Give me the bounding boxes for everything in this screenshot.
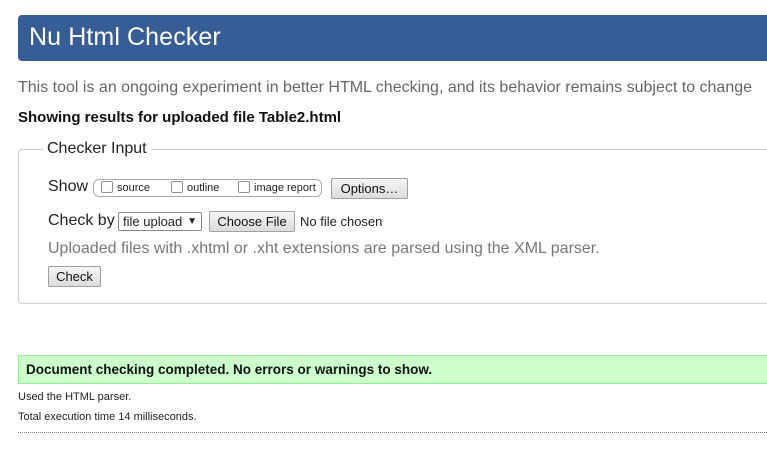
footer-divider	[18, 432, 767, 433]
check-by-label: Check by	[48, 212, 115, 229]
choose-file-button[interactable]: Choose File	[209, 211, 295, 232]
execution-time: Total execution time 14 milliseconds.	[18, 411, 197, 423]
options-button[interactable]: Options…	[331, 178, 408, 199]
image-report-checkbox[interactable]	[238, 181, 250, 193]
check-by-selected-value: file upload	[123, 214, 183, 229]
app-title: Nu Html Checker	[29, 23, 221, 51]
no-file-chosen-text: No file chosen	[300, 214, 383, 229]
checker-input-fieldset: Checker Input Show source outline image …	[18, 140, 767, 304]
checker-input-legend: Checker Input	[43, 140, 151, 158]
results-heading: Showing results for uploaded file Table2…	[18, 109, 342, 126]
show-label: Show	[48, 178, 89, 195]
success-message: Document checking completed. No errors o…	[26, 362, 433, 377]
image-report-checkbox-label[interactable]: image report	[254, 182, 316, 194]
outline-checkbox-label[interactable]: outline	[187, 182, 219, 194]
check-by-select[interactable]: file upload ▼	[118, 212, 202, 231]
app-header: Nu Html Checker	[18, 15, 767, 61]
source-checkbox[interactable]	[101, 181, 113, 193]
outline-checkbox[interactable]	[171, 181, 183, 193]
success-banner: Document checking completed. No errors o…	[18, 355, 767, 384]
xml-parser-hint: Uploaded files with .xhtml or .xht exten…	[48, 240, 600, 257]
tagline: This tool is an ongoing experiment in be…	[18, 79, 753, 96]
parser-info: Used the HTML parser.	[18, 391, 132, 403]
check-button[interactable]: Check	[48, 266, 101, 287]
source-checkbox-label[interactable]: source	[117, 182, 150, 194]
dropdown-arrow-icon: ▼	[187, 216, 197, 227]
show-options-group: source outline image report	[93, 179, 322, 197]
